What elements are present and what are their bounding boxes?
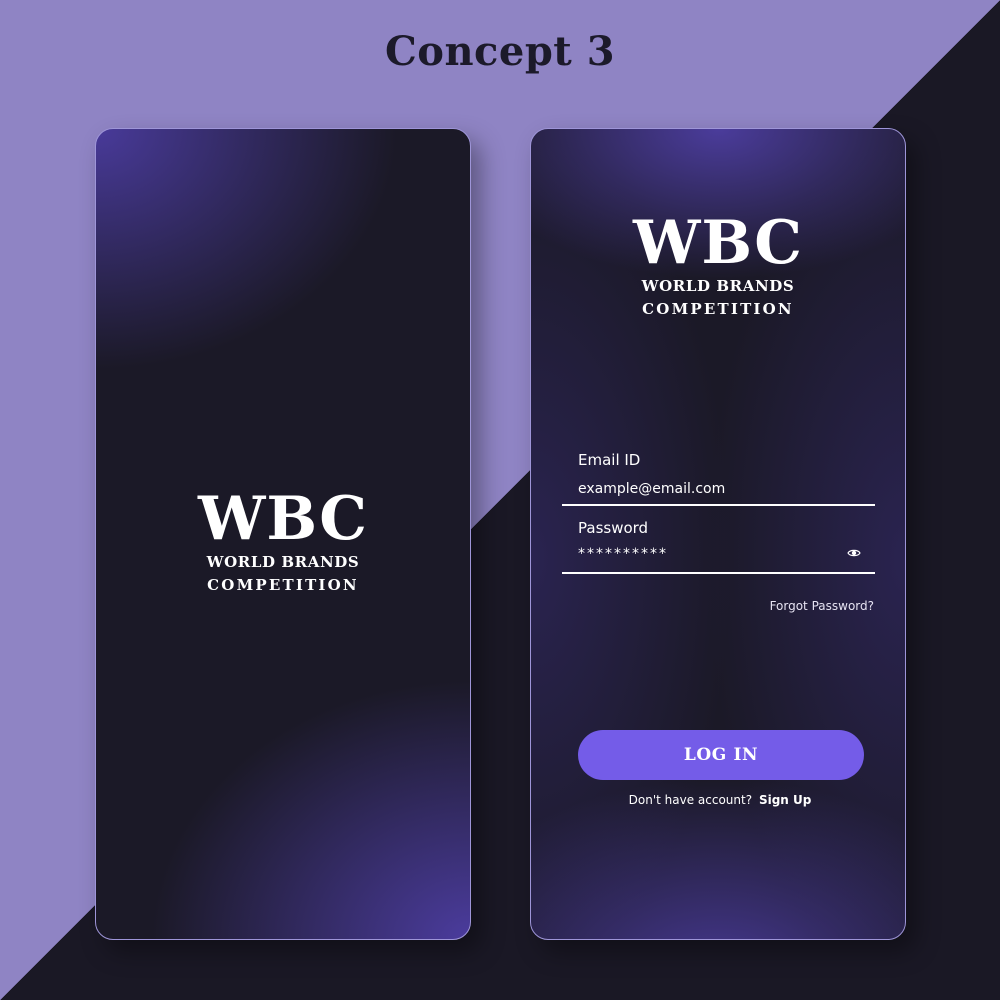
splash-logo: WBC WORLD BRANDS COMPETITION [96, 489, 470, 595]
forgot-password-link[interactable]: Forgot Password? [770, 599, 874, 613]
splash-screen: WBC WORLD BRANDS COMPETITION [95, 128, 471, 940]
logo-line-2: COMPETITION [642, 299, 794, 318]
logo-mark: WBC [198, 484, 368, 554]
password-input[interactable]: ********** [578, 546, 818, 562]
signup-link[interactable]: Sign Up [759, 793, 811, 807]
login-button[interactable]: LOG IN [578, 730, 864, 780]
password-label: Password [578, 519, 649, 537]
password-field[interactable]: Password ********** [562, 512, 875, 574]
page-title: Concept 3 [384, 28, 616, 75]
email-input[interactable]: example@email.com [578, 481, 818, 497]
eye-icon[interactable] [847, 546, 861, 560]
logo-line-1: WORLD BRANDS [641, 277, 795, 295]
login-screen: WBC WORLD BRANDS COMPETITION Email ID ex… [530, 128, 906, 940]
logo-mark: WBC [633, 208, 803, 278]
signup-row: Don't have account? Sign Up [531, 793, 905, 807]
email-label: Email ID [578, 451, 641, 469]
signup-prompt: Don't have account? [628, 793, 753, 807]
logo-line-1: WORLD BRANDS [206, 553, 360, 571]
login-logo: WBC WORLD BRANDS COMPETITION [531, 213, 905, 319]
email-field[interactable]: Email ID example@email.com [562, 444, 875, 506]
logo-line-2: COMPETITION [207, 575, 359, 594]
